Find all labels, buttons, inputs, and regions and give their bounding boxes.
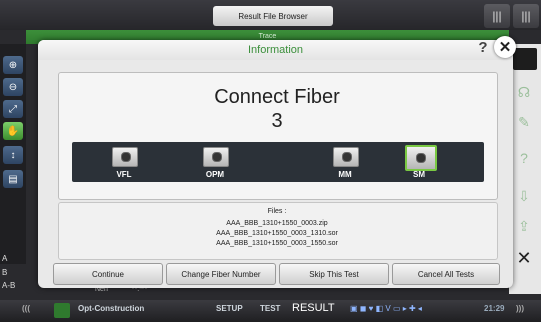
change-fiber-number-button[interactable]: Change Fiber Number: [166, 263, 276, 285]
scroll-right-arrows[interactable]: ))): [516, 304, 524, 313]
port-label-opm: OPM: [205, 170, 225, 179]
skip-test-button[interactable]: Skip This Test: [279, 263, 389, 285]
marker-ab-label: A-B: [2, 281, 16, 290]
cancel-all-tests-button[interactable]: Cancel All Tests: [392, 263, 500, 285]
help-question-icon[interactable]: ?: [474, 38, 492, 56]
opm-port-icon[interactable]: [203, 147, 229, 167]
file-name-1550: AAA_BBB_1310+1550_0003_1550.sor: [216, 240, 338, 247]
close-panel-icon[interactable]: ✕: [514, 248, 534, 268]
sm-port-icon[interactable]: [405, 145, 437, 171]
files-title: Files :: [267, 208, 287, 215]
vfl-port-icon[interactable]: [112, 147, 138, 167]
marker-a-label: A: [2, 254, 8, 263]
continue-button[interactable]: Continue: [53, 263, 163, 285]
file-name-zip: AAA_BBB_1310+1550_0003.zip: [226, 220, 328, 227]
table-icon[interactable]: ▤: [3, 170, 23, 188]
port-label-sm: SM: [413, 170, 425, 179]
port-label-vfl: VFL: [116, 170, 132, 179]
close-icon[interactable]: ✕: [494, 36, 516, 58]
markers-icon[interactable]: ↕: [3, 146, 23, 164]
panel-toggle-button-1[interactable]: |||: [484, 4, 510, 28]
save-icon[interactable]: ⇩: [514, 186, 534, 206]
pan-hand-icon[interactable]: ✋: [3, 122, 23, 140]
status-icons: ▣ ◼ ♥ ◧ V ▭ ▸ ✚ ◂: [350, 304, 422, 313]
app-icon[interactable]: [54, 303, 70, 318]
export-icon[interactable]: ⇪: [514, 216, 534, 236]
background-table-row: Nen **.***: [95, 286, 495, 300]
clock: 21:29: [484, 304, 505, 313]
zoom-out-icon[interactable]: ⊖: [3, 78, 23, 96]
marker-b-label: B: [2, 268, 8, 277]
app-name: Opt-Construction: [78, 304, 145, 313]
fiber-step-number: 3: [271, 110, 283, 132]
setup-tab[interactable]: SETUP: [216, 304, 243, 313]
port-label-mm: MM: [338, 170, 352, 179]
help-icon[interactable]: ?: [514, 148, 534, 168]
signal-icon[interactable]: ☊: [514, 82, 534, 102]
result-file-browser-tab[interactable]: Result File Browser: [213, 6, 333, 26]
connect-fiber-heading: Connect Fiber: [214, 86, 340, 108]
panel-toggle-button-2[interactable]: |||: [513, 4, 539, 28]
scroll-left-arrows[interactable]: (((: [22, 304, 30, 313]
result-tab[interactable]: RESULT: [292, 302, 335, 314]
edit-icon[interactable]: ✎: [514, 112, 534, 132]
zoom-in-icon[interactable]: ⊕: [3, 56, 23, 74]
test-tab[interactable]: TEST: [260, 304, 280, 313]
mm-port-icon[interactable]: [333, 147, 359, 167]
file-name-1310: AAA_BBB_1310+1550_0003_1310.sor: [216, 230, 338, 237]
right-panel-black-icon[interactable]: [513, 48, 537, 70]
fit-view-icon[interactable]: ⤢: [3, 100, 23, 118]
dialog-title: Information: [38, 40, 513, 60]
